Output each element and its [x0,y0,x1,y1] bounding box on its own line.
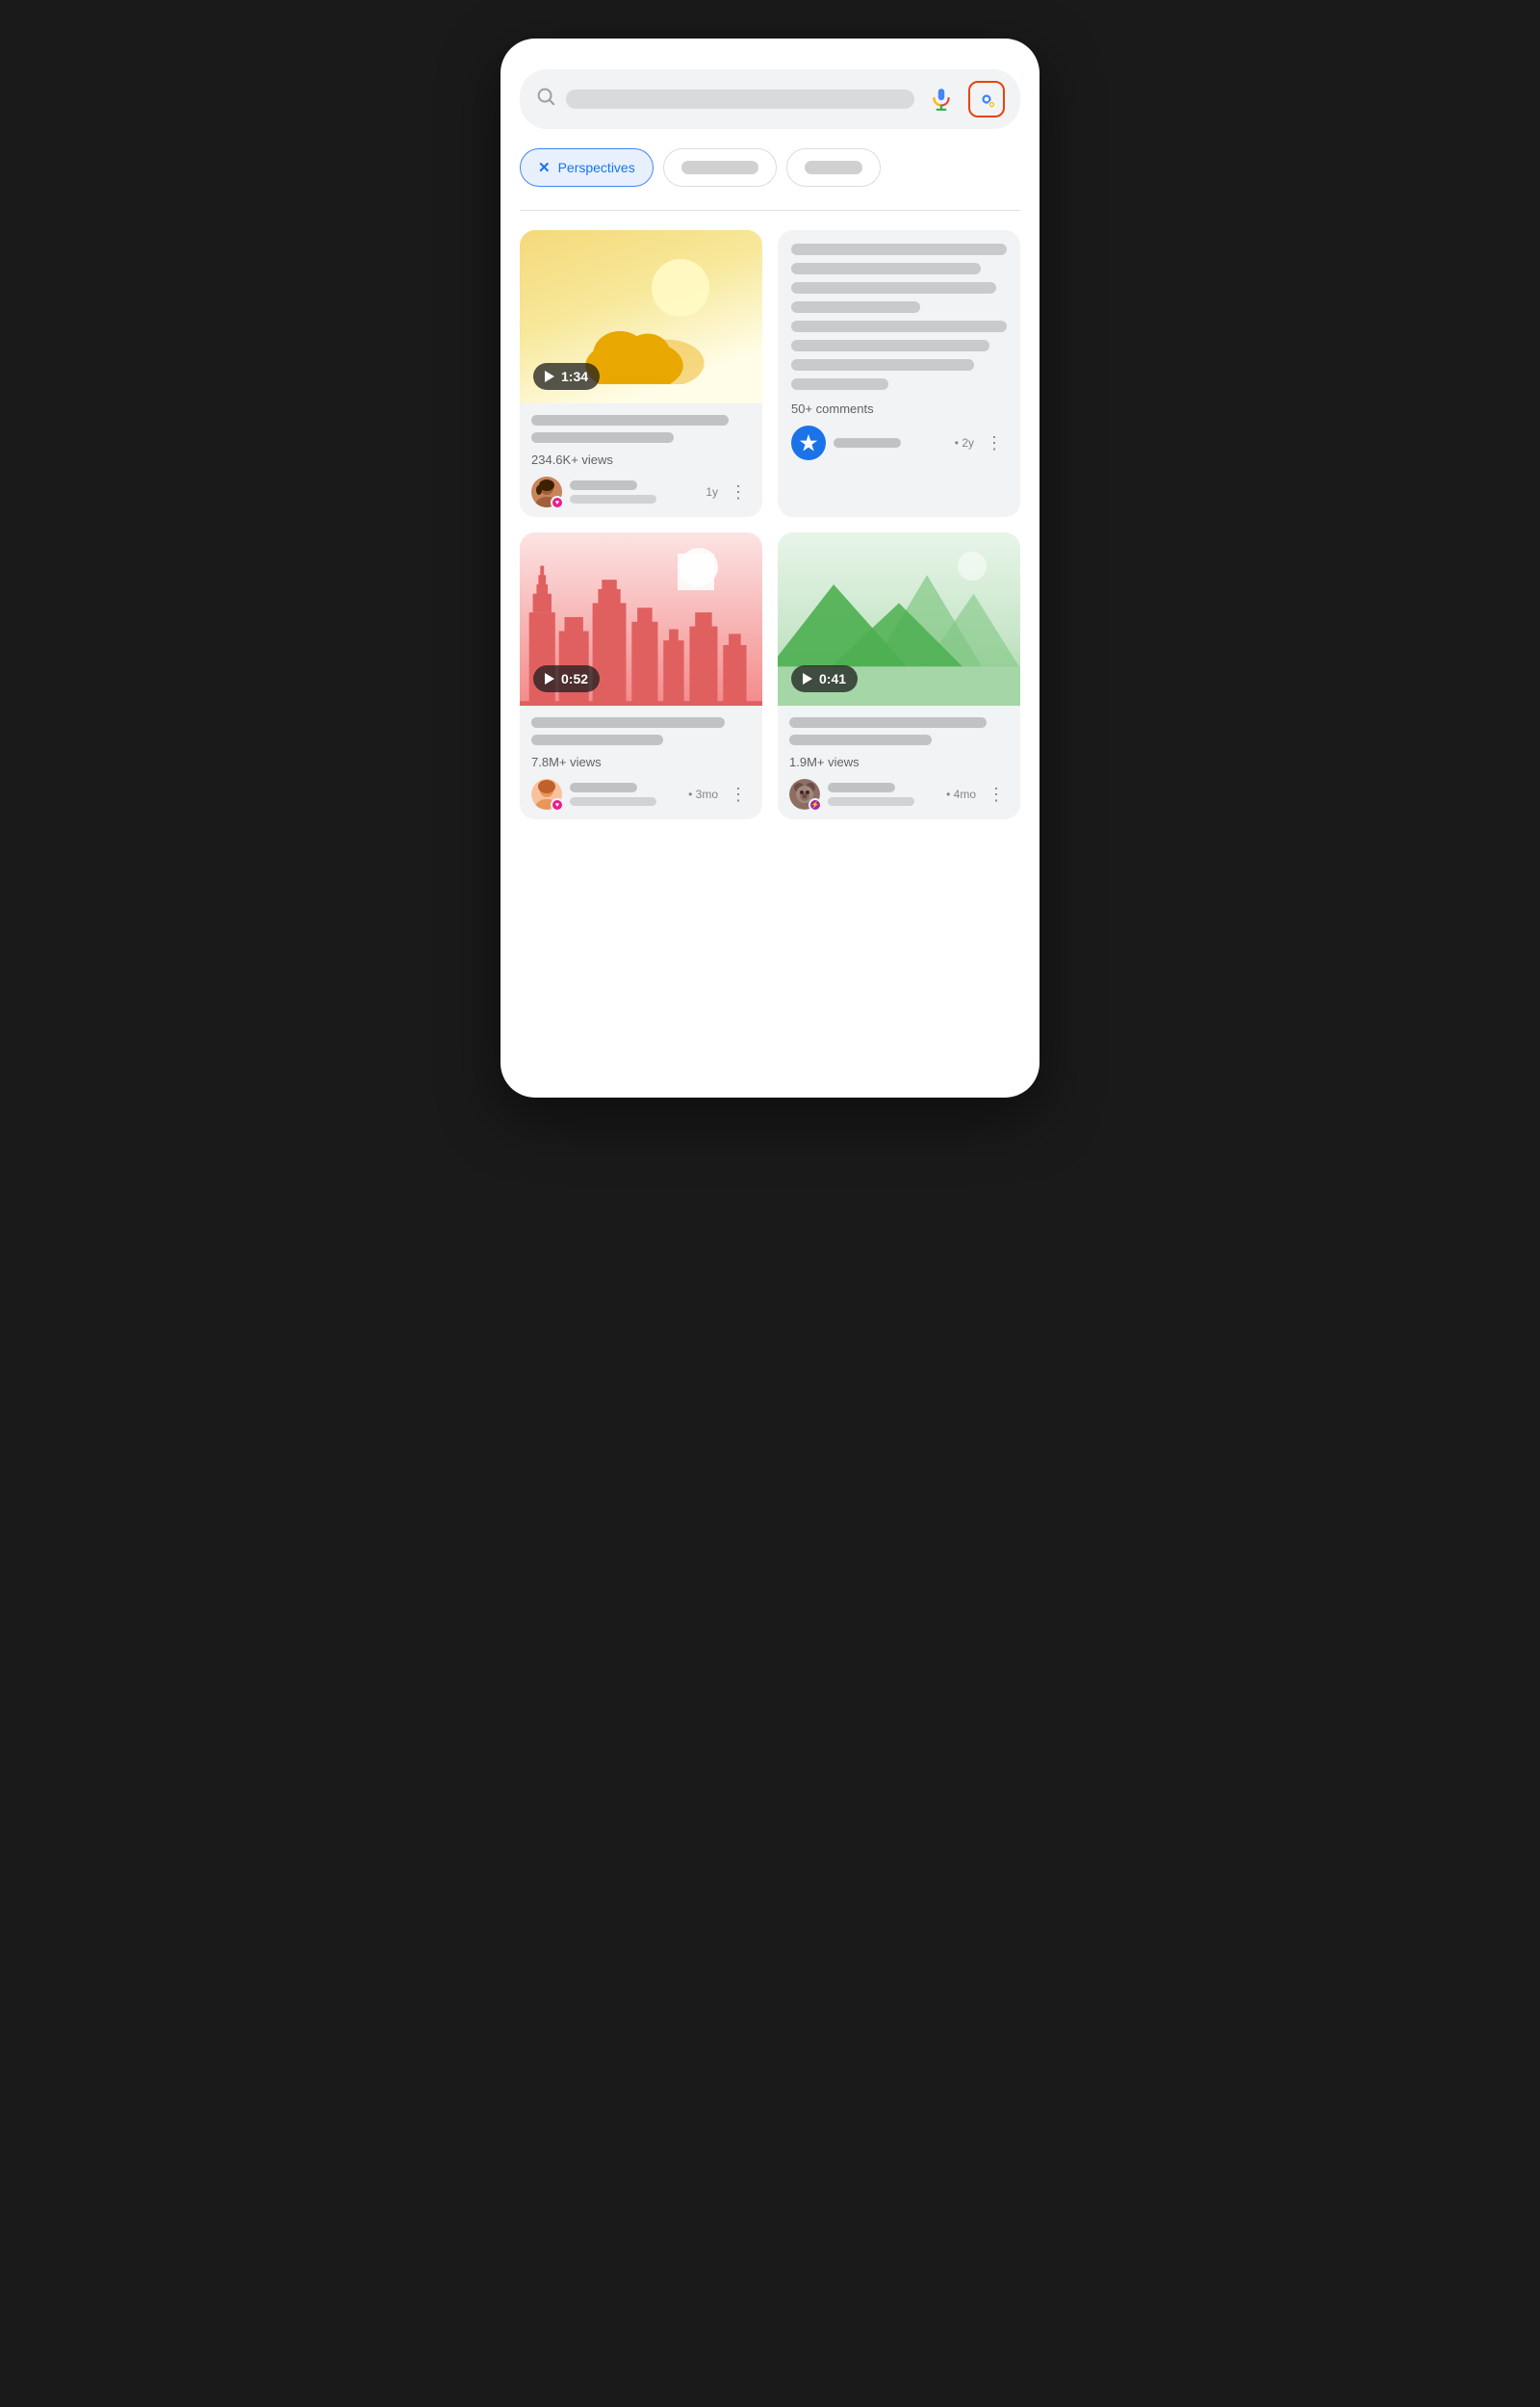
card-thumb-city: 0:52 [520,532,762,706]
title-line [531,415,729,426]
filter-chip-3[interactable] [786,148,881,187]
card-footer-4: ⚡ • 4mo ⋮ [789,779,1009,810]
play-badge-3: 0:52 [533,665,600,692]
text-line [791,340,989,351]
avatar-info-3 [570,783,680,806]
avatar-badge-lightning: ⚡ [808,798,822,812]
filter-bar: ✕ Perspectives [520,148,1020,187]
card-thumb-mountain: 0:41 [778,532,1020,706]
card-body-1: 234.6K+ views ♥ [520,403,762,517]
card-thumb-sunny: 1:34 [520,230,762,403]
avatar-info-1 [570,480,698,504]
avatar-info-4 [828,783,938,806]
play-icon [545,371,554,382]
avatar-sub-line [570,797,656,806]
title-line [789,735,932,745]
avatar-name-line [834,438,901,448]
article-text-lines [791,244,1007,390]
play-badge-1: 1:34 [533,363,600,390]
text-line [791,359,974,371]
lens-button[interactable] [968,81,1005,117]
phone-container: ✕ Perspectives [500,39,1040,1098]
time-dot-1: 1y [706,485,718,499]
sun-circle [652,259,709,317]
play-icon [545,673,554,685]
title-line [531,717,725,728]
avatar-sub-line [828,797,914,806]
card-footer-2: • 2y ⋮ [791,426,1007,460]
search-actions [924,81,1005,117]
avatar-group-4: ⚡ [789,779,820,810]
title-line [789,717,987,728]
search-icon [535,86,556,113]
avatar-3: ♥ [531,779,562,810]
card-stats-3: 7.8M+ views [531,755,751,769]
avatar-name-line [570,480,637,490]
more-menu-3[interactable]: ⋮ [726,785,751,805]
text-line [791,301,920,313]
avatar-badge-heart: ♥ [551,496,564,509]
avatar-info-2 [834,438,947,448]
card-video-mountain[interactable]: 0:41 1.9M+ views [778,532,1020,819]
chip-placeholder-1 [681,161,758,174]
avatar-badge-heart-3: ♥ [551,798,564,812]
video-duration-1: 1:34 [561,369,588,384]
avatar-name-line [828,783,895,792]
filter-chip-2[interactable] [663,148,777,187]
filter-chip-perspectives[interactable]: ✕ Perspectives [520,148,654,187]
title-line [531,432,674,443]
close-icon[interactable]: ✕ [538,159,551,176]
text-line [791,263,981,274]
avatar-blue-star [791,426,826,460]
card-title-lines-1 [531,415,751,443]
mic-button[interactable] [924,82,959,116]
avatar-1: ♥ [531,477,562,507]
search-bar[interactable] [520,69,1020,129]
more-menu-2[interactable]: ⋮ [982,433,1007,453]
video-duration-4: 0:41 [819,671,846,686]
text-line [791,321,1007,332]
card-footer-1: ♥ 1y ⋮ [531,477,751,507]
play-badge-4: 0:41 [791,665,858,692]
card-title-lines-4 [789,717,1009,745]
time-dot-3: • 3mo [688,788,718,801]
card-video-sunny[interactable]: 1:34 234.6K+ views [520,230,762,517]
more-menu-1[interactable]: ⋮ [726,482,751,503]
chip-placeholder-2 [805,161,862,174]
text-line [791,378,888,390]
text-line [791,282,996,294]
card-article[interactable]: 50+ comments • 2y ⋮ [778,230,1020,517]
more-menu-4[interactable]: ⋮ [984,785,1009,805]
card-stats-2: 50+ comments [791,401,1007,416]
card-stats-1: 234.6K+ views [531,453,751,467]
text-line [791,244,1007,255]
card-video-city[interactable]: 0:52 7.8M+ views [520,532,762,819]
card-body-4: 1.9M+ views [778,706,1020,819]
card-article-inner: 50+ comments • 2y ⋮ [778,230,1020,474]
title-line [531,735,663,745]
card-title-lines-3 [531,717,751,745]
play-icon [803,673,812,685]
search-input[interactable] [566,90,914,109]
card-body-3: 7.8M+ views ♥ [520,706,762,819]
video-duration-3: 0:52 [561,671,588,686]
time-dot-2: • 2y [955,436,974,450]
time-dot-4: • 4mo [946,788,976,801]
card-footer-3: ♥ • 3mo ⋮ [531,779,751,810]
card-stats-4: 1.9M+ views [789,755,1009,769]
avatar-name-line [570,783,637,792]
chip-label-perspectives: Perspectives [558,160,635,175]
cards-grid: 1:34 234.6K+ views [520,230,1020,819]
avatar-sub-line [570,495,656,504]
divider [520,210,1020,211]
